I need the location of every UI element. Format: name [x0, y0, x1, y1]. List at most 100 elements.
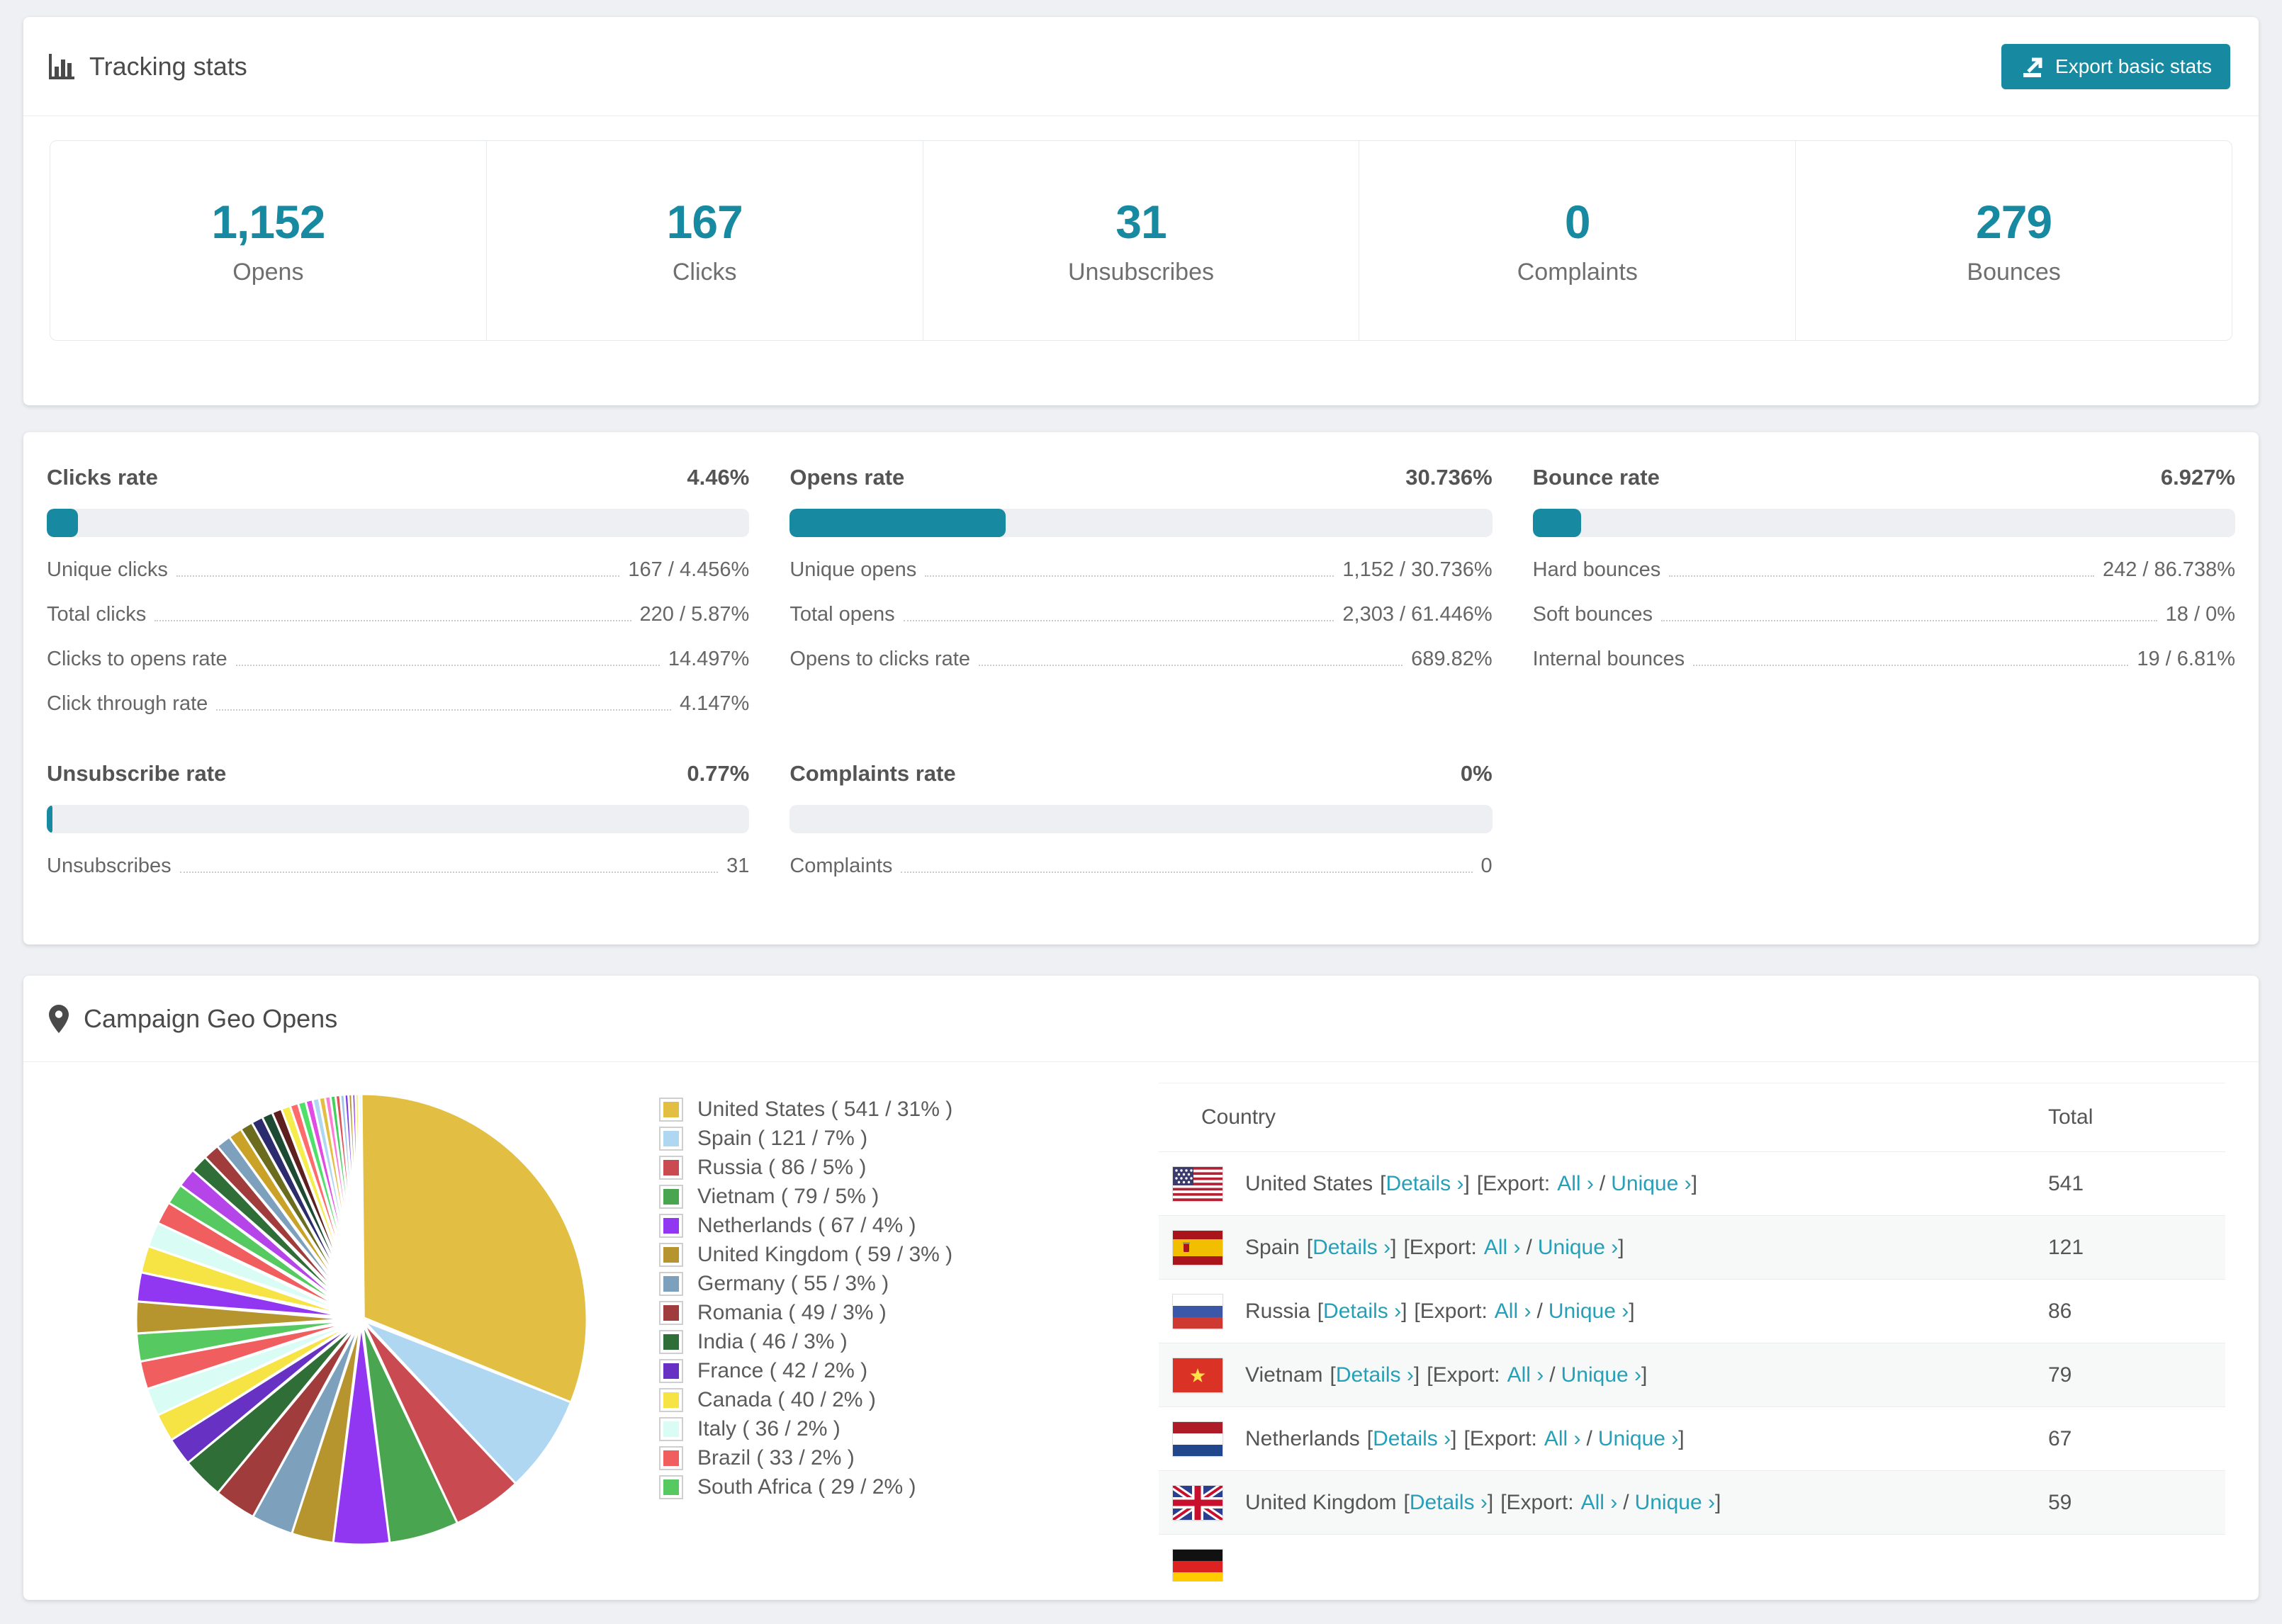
- row-actions: [Details ›] [Export: All › / Unique ›]: [1306, 1235, 1624, 1259]
- total-column-header: Total: [2048, 1105, 2093, 1129]
- total-value: 121: [2048, 1235, 2084, 1259]
- stat-row: Total clicks 220 / 5.87%: [47, 603, 750, 626]
- unsubscribe-rate-title: Unsubscribe rate: [47, 761, 227, 786]
- legend-item: United Kingdom ( 59 / 3% ): [659, 1240, 952, 1269]
- legend-swatch: [659, 1097, 683, 1122]
- us-flag-icon: [1172, 1166, 1223, 1202]
- table-header: Country Total: [1159, 1083, 2225, 1151]
- unsubscribes-count: 31: [1115, 196, 1167, 248]
- bounce-rate-progress: [1532, 509, 2235, 537]
- table-row: Russia [Details ›] [Export: All › / Unique ›…: [1159, 1279, 2225, 1343]
- stat-row: Clicks to opens rate 14.497%: [47, 648, 750, 670]
- dotted-leader: [179, 872, 719, 873]
- tracking-stats-card: Tracking stats Export basic stats 1,152 …: [23, 17, 2259, 405]
- bounces-count: 279: [1976, 196, 2052, 248]
- legend-item: Canada ( 40 / 2% ): [659, 1385, 952, 1414]
- legend-item: Romania ( 49 / 3% ): [659, 1298, 952, 1327]
- export-unique-link[interactable]: Unique ›: [1548, 1299, 1629, 1323]
- geo-opens-table: Country Total United States [Details ›] …: [1159, 1083, 2225, 1581]
- dotted-leader: [154, 620, 631, 621]
- de-flag-icon: [1172, 1548, 1223, 1581]
- stat-row: Click through rate 4.147%: [47, 692, 750, 715]
- row-actions: [Details ›] [Export: All › / Unique ›]: [1330, 1363, 1648, 1387]
- export-all-link[interactable]: All ›: [1507, 1363, 1544, 1387]
- unsubscribe-rate-value: 0.77%: [687, 761, 750, 786]
- ru-flag-icon: [1172, 1293, 1223, 1329]
- opens-rate-section: Opens rate 30.736% Unique opens 1,152 / 3…: [789, 465, 1493, 716]
- dotted-leader: [1669, 575, 2094, 577]
- export-button-label: Export basic stats: [2055, 55, 2212, 77]
- clicks-rate-section: Clicks rate 4.46% Unique clicks 167 / 4.4…: [47, 465, 750, 716]
- export-all-link[interactable]: All ›: [1495, 1299, 1531, 1323]
- clicks-count: 167: [666, 196, 743, 248]
- export-all-link[interactable]: All ›: [1581, 1491, 1618, 1514]
- legend-swatch: [659, 1474, 683, 1499]
- stat-row: Unique opens 1,152 / 30.736%: [789, 558, 1493, 581]
- stat-row: Opens to clicks rate 689.82%: [789, 648, 1493, 670]
- total-value: 541: [2048, 1171, 2084, 1195]
- rates-card: Clicks rate 4.46% Unique clicks 167 / 4.4…: [23, 432, 2259, 944]
- clicks-rate-value: 4.46%: [687, 465, 750, 490]
- country-column-header: Country: [1201, 1105, 1276, 1129]
- country-name: Vietnam: [1245, 1363, 1323, 1387]
- stat-cell-complaints: 0 Complaints: [1359, 141, 1795, 340]
- unsubscribes-label: Unsubscribes: [1068, 259, 1214, 286]
- clicks-rate-progress: [47, 509, 750, 537]
- legend-item: Vietnam ( 79 / 5% ): [659, 1182, 952, 1211]
- export-all-link[interactable]: All ›: [1557, 1172, 1594, 1195]
- bounce-rate-title: Bounce rate: [1532, 465, 1660, 490]
- export-unique-link[interactable]: Unique ›: [1538, 1236, 1618, 1259]
- opens-count: 1,152: [211, 196, 325, 248]
- unsubscribe-rate-section: Unsubscribe rate 0.77% Unsubscribes 31: [47, 761, 750, 878]
- stat-cell-unsubscribes: 31 Unsubscribes: [922, 141, 1359, 340]
- geo-header: Campaign Geo Opens: [23, 976, 2259, 1062]
- details-link[interactable]: Details ›: [1410, 1491, 1488, 1514]
- dotted-leader: [1693, 665, 2129, 666]
- stat-cell-bounces: 279 Bounces: [1795, 141, 2232, 340]
- dotted-leader: [978, 665, 1403, 666]
- table-row: Netherlands [Details ›] [Export: All › / Uni…: [1159, 1406, 2225, 1470]
- dotted-leader: [235, 665, 660, 666]
- bar-chart-icon: [49, 53, 74, 79]
- bounce-rate-value: 6.927%: [2160, 465, 2235, 490]
- export-all-link[interactable]: All ›: [1484, 1236, 1521, 1259]
- details-link[interactable]: Details ›: [1323, 1299, 1401, 1323]
- rates-row-1: Clicks rate 4.46% Unique clicks 167 / 4.4…: [47, 465, 2235, 716]
- export-unique-link[interactable]: Unique ›: [1598, 1427, 1678, 1450]
- row-actions: [Details ›] [Export: All › / Unique ›]: [1317, 1299, 1635, 1323]
- details-link[interactable]: Details ›: [1373, 1427, 1451, 1450]
- complaints-rate-title: Complaints rate: [789, 761, 956, 786]
- opens-label: Opens: [232, 259, 304, 286]
- complaints-count: 0: [1564, 196, 1591, 248]
- dotted-leader: [901, 872, 1473, 873]
- total-value: 86: [2048, 1299, 2072, 1323]
- details-link[interactable]: Details ›: [1386, 1172, 1463, 1195]
- rates-row-2: Unsubscribe rate 0.77% Unsubscribes 31 Co…: [47, 761, 2235, 878]
- details-link[interactable]: Details ›: [1313, 1236, 1390, 1259]
- complaints-rate-section: Complaints rate 0% Complaints 0: [789, 761, 1493, 878]
- export-all-link[interactable]: All ›: [1544, 1427, 1581, 1450]
- country-name: United Kingdom: [1245, 1490, 1397, 1514]
- table-row: United States [Details ›] [Export: All › / U…: [1159, 1151, 2225, 1215]
- tracking-stats-header: Tracking stats Export basic stats: [23, 17, 2259, 116]
- stat-cell-clicks: 167 Clicks: [485, 141, 923, 340]
- legend-swatch: [659, 1300, 683, 1325]
- legend-item: India ( 46 / 3% ): [659, 1327, 952, 1356]
- export-unique-link[interactable]: Unique ›: [1561, 1363, 1641, 1387]
- table-row-partial: [1159, 1534, 2225, 1581]
- table-row: Vietnam [Details ›] [Export: All › / Unique …: [1159, 1343, 2225, 1406]
- opens-rate-title: Opens rate: [789, 465, 905, 490]
- bounce-rate-section: Bounce rate 6.927% Hard bounces 242 / 86.…: [1532, 465, 2235, 716]
- legend-swatch: [659, 1329, 683, 1354]
- export-unique-link[interactable]: Unique ›: [1611, 1172, 1691, 1195]
- legend-swatch: [659, 1155, 683, 1180]
- dotted-leader: [1660, 620, 2157, 621]
- export-unique-link[interactable]: Unique ›: [1635, 1491, 1715, 1514]
- country-name: Spain: [1245, 1235, 1300, 1259]
- legend-swatch: [659, 1271, 683, 1296]
- details-link[interactable]: Details ›: [1336, 1363, 1414, 1387]
- export-basic-stats-button[interactable]: Export basic stats: [2001, 43, 2230, 89]
- dotted-leader: [176, 575, 620, 577]
- geo-title: Campaign Geo Opens: [84, 1003, 338, 1033]
- legend-item: United States ( 541 / 31% ): [659, 1095, 952, 1124]
